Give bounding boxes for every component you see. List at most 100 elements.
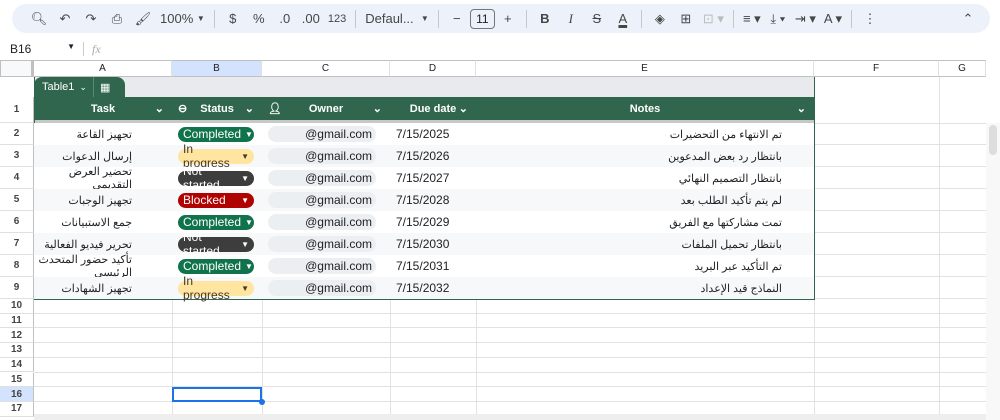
due-date-cell[interactable]: 7/15/2031	[396, 255, 482, 277]
row-header-2[interactable]: 2	[0, 123, 34, 145]
status-chip[interactable]: Completed ▼	[178, 126, 254, 142]
owner-cell[interactable]: @gmail.com	[268, 211, 396, 233]
owner-chip[interactable]: @gmail.com	[268, 170, 376, 186]
column-header-g[interactable]: G	[939, 60, 986, 77]
name-box[interactable]: B16 ▼	[0, 42, 75, 56]
number-format-button[interactable]: 123	[325, 7, 349, 31]
table-view-icon[interactable]: ▦	[100, 81, 110, 94]
owner-cell[interactable]: @gmail.com	[268, 167, 396, 189]
column-header-b[interactable]: B	[172, 60, 262, 77]
notes-cell[interactable]: بانتظار تحميل الملفات	[476, 233, 814, 255]
status-chip[interactable]: In progress ▼	[178, 274, 254, 302]
notes-cell[interactable]: النماذج قيد الإعداد	[476, 277, 814, 299]
text-color-icon[interactable]: A	[611, 7, 635, 31]
chevron-down-icon[interactable]: ⌄	[797, 102, 806, 115]
notes-cell[interactable]: تم التأكيد عبر البريد	[476, 255, 814, 277]
merge-cells-icon[interactable]: ⊡ ▾	[700, 7, 727, 31]
owner-chip[interactable]: @gmail.com	[268, 214, 376, 230]
status-chip[interactable]: Blocked ▼	[178, 192, 254, 208]
notes-cell[interactable]: بانتظار رد بعض المدعوين	[476, 145, 814, 167]
column-header-a[interactable]: A	[34, 60, 172, 77]
row-header-17[interactable]: 17	[0, 401, 34, 417]
due-date-cell[interactable]: 7/15/2029	[396, 211, 482, 233]
notes-cell[interactable]: لم يتم تأكيد الطلب بعد	[476, 189, 814, 211]
owner-cell[interactable]: @gmail.com	[268, 255, 396, 277]
header-notes[interactable]: Notes ⌄	[476, 97, 814, 120]
owner-chip[interactable]: @gmail.com	[268, 280, 376, 296]
chevron-down-icon[interactable]: ⌄	[459, 102, 468, 115]
status-cell[interactable]: Not started ▼	[178, 164, 268, 192]
redo-icon[interactable]: ↷	[79, 7, 103, 31]
task-cell[interactable]: تأكيد حضور المتحدث الرئيسي	[34, 254, 172, 279]
owner-cell[interactable]: @gmail.com	[268, 233, 396, 255]
row-header-12[interactable]: 12	[0, 328, 34, 344]
row-header-9[interactable]: 9	[0, 277, 34, 299]
column-header-c[interactable]: C	[262, 60, 390, 77]
row-header-6[interactable]: 6	[0, 211, 34, 233]
owner-chip[interactable]: @gmail.com	[268, 148, 376, 164]
owner-chip[interactable]: @gmail.com	[268, 126, 376, 142]
row-header-15[interactable]: 15	[0, 372, 34, 388]
font-size-decrease[interactable]: −	[445, 7, 469, 31]
search-icon[interactable]: 🔍︎	[27, 7, 51, 31]
horizontal-scrollbar[interactable]	[34, 414, 986, 420]
due-date-cell[interactable]: 7/15/2032	[396, 277, 482, 299]
task-cell[interactable]: تحضير العرض التقديمي	[34, 166, 172, 191]
chevron-down-icon[interactable]: ⌄	[245, 102, 254, 115]
owner-cell[interactable]: @gmail.com	[268, 123, 396, 145]
selected-cell-b16[interactable]	[172, 387, 262, 402]
row-header-4[interactable]: 4	[0, 167, 34, 189]
column-header-f[interactable]: F	[814, 60, 939, 77]
text-rotation-icon[interactable]: A ▾	[821, 7, 845, 31]
owner-cell[interactable]: @gmail.com	[268, 189, 396, 211]
fill-handle[interactable]	[259, 399, 265, 405]
notes-cell[interactable]: بانتظار التصميم النهائي	[476, 167, 814, 189]
vertical-align-icon[interactable]: ⤓ ▾	[766, 7, 790, 31]
row-header-11[interactable]: 11	[0, 313, 34, 329]
task-cell[interactable]: تجهيز القاعة	[34, 123, 172, 145]
row-header-3[interactable]: 3	[0, 145, 34, 167]
status-cell[interactable]: Not started ▼	[178, 230, 268, 258]
row-header-7[interactable]: 7	[0, 233, 34, 255]
paint-format-icon[interactable]: 🖌︎	[131, 7, 155, 31]
header-owner[interactable]: 👤︎ Owner ⌄	[262, 97, 390, 120]
header-task[interactable]: Task ⌄	[34, 97, 172, 120]
due-date-cell[interactable]: 7/15/2026	[396, 145, 482, 167]
select-all-corner[interactable]	[0, 60, 34, 77]
status-chip[interactable]: Not started ▼	[178, 230, 254, 258]
vertical-scrollbar[interactable]	[986, 123, 1000, 420]
more-options-icon[interactable]: ⋮	[858, 7, 882, 31]
due-date-cell[interactable]: 7/15/2030	[396, 233, 482, 255]
due-date-cell[interactable]: 7/15/2028	[396, 189, 482, 211]
bold-button[interactable]: B	[533, 7, 557, 31]
strikethrough-icon[interactable]: S	[585, 7, 609, 31]
notes-cell[interactable]: تمت مشاركتها مع الفريق	[476, 211, 814, 233]
owner-cell[interactable]: @gmail.com	[268, 277, 396, 299]
table-name-tab[interactable]: Table1 ⌄ ▦	[34, 77, 125, 97]
row-header-16[interactable]: 16	[0, 387, 34, 402]
column-header-e[interactable]: E	[476, 60, 814, 77]
task-cell[interactable]: تجهيز الشهادات	[34, 277, 172, 299]
row-header-13[interactable]: 13	[0, 343, 34, 358]
chevron-down-icon[interactable]: ⌄	[373, 102, 382, 115]
collapse-toolbar-icon[interactable]: ⌃	[956, 7, 980, 31]
notes-cell[interactable]: تم الانتهاء من التحضيرات	[476, 123, 814, 145]
owner-cell[interactable]: @gmail.com	[268, 145, 396, 167]
row-header-1[interactable]: 1	[0, 97, 34, 123]
formula-input[interactable]	[101, 39, 1000, 59]
owner-chip[interactable]: @gmail.com	[268, 236, 376, 252]
text-wrap-icon[interactable]: ⇥ ▾	[792, 7, 819, 31]
task-cell[interactable]: تجهيز الوجبات	[34, 189, 172, 211]
row-header-14[interactable]: 14	[0, 357, 34, 373]
borders-icon[interactable]: ⊞	[674, 7, 698, 31]
status-chip[interactable]: Completed ▼	[178, 214, 254, 230]
column-header-d[interactable]: D	[390, 60, 476, 77]
owner-chip[interactable]: @gmail.com	[268, 192, 376, 208]
status-chip[interactable]: In progress ▼	[178, 142, 254, 170]
row-header-8[interactable]: 8	[0, 255, 34, 277]
header-status[interactable]: ⊖ Status ⌄	[172, 97, 262, 120]
font-size-increase[interactable]: +	[496, 7, 520, 31]
zoom-select[interactable]: 100% ▼	[157, 7, 208, 31]
status-cell[interactable]: Blocked ▼	[178, 189, 268, 211]
horizontal-align-icon[interactable]: ≡ ▾	[740, 7, 764, 31]
